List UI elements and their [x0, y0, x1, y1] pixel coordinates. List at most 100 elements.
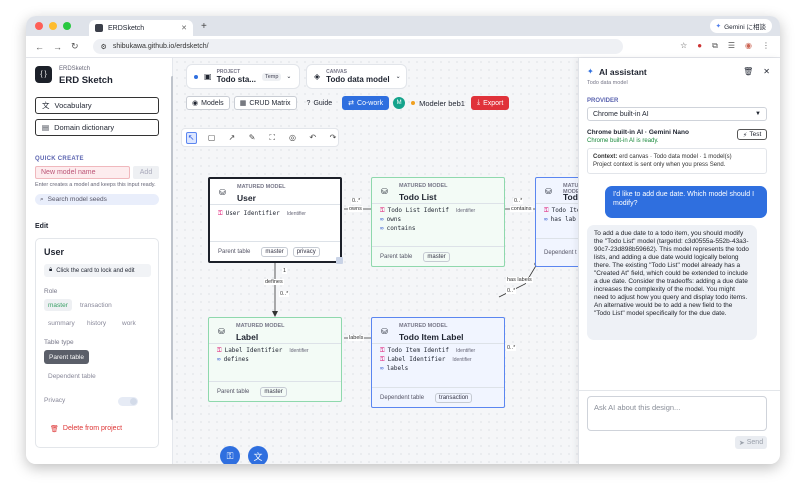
minimize-window-button[interactable]	[49, 22, 57, 30]
address-bar: ← → ↻ ⚙ shibukawa.github.io/erdsketch/ ☆…	[26, 36, 780, 58]
gemini-button[interactable]: ✦ Gemini に相談	[709, 19, 772, 33]
logo-icon: { }	[35, 66, 52, 83]
context-label: Context:	[593, 154, 618, 160]
table-type: Dependent t	[544, 249, 577, 256]
resize-handle-icon[interactable]	[336, 257, 343, 264]
tab-search-icon[interactable]: ☰	[728, 41, 735, 51]
menu-icon[interactable]: ⋮	[762, 41, 770, 51]
field-name: contains	[386, 225, 416, 232]
field-name: User Identifier	[225, 210, 280, 217]
bookmark-star-icon[interactable]: ☆	[680, 41, 687, 51]
lock-hint[interactable]: 🔒︎ Click the card to lock and edit	[44, 264, 151, 277]
field-name: Todo List Identif	[387, 207, 449, 214]
model-card-todo[interactable]: ⛁ MATURED MODEL Todo ⚿Todo Ite ∞has lab …	[535, 177, 583, 267]
key-icon: ⚿	[226, 450, 234, 461]
privacy-toggle[interactable]	[118, 397, 138, 406]
role-label: Role	[44, 288, 58, 295]
edge-mult-defines-one: 1	[282, 268, 288, 274]
field-type: Identifier	[456, 207, 476, 214]
model-footer: Parent table master	[372, 246, 504, 266]
ask-ai-input[interactable]: Ask AI about this design...	[587, 396, 767, 431]
role-history[interactable]: history	[83, 317, 110, 329]
translate-icon: 文	[42, 101, 50, 110]
table-type: Dependent table	[380, 394, 425, 401]
role-tag: master	[261, 246, 288, 257]
send-button[interactable]: ➤ Send	[735, 436, 767, 449]
model-header: ⛁ MATURED MODEL Todo	[536, 178, 582, 204]
new-model-input[interactable]: New model name	[35, 166, 130, 179]
domain-dictionary-button[interactable]: ▤ Domain dictionary	[35, 119, 159, 136]
role-summary[interactable]: summary	[44, 317, 79, 329]
link-icon: ∞	[380, 216, 384, 223]
field-name: defines	[223, 356, 249, 363]
forward-icon[interactable]: →	[53, 42, 62, 52]
edge-label-labels: labels	[348, 335, 365, 341]
close-window-button[interactable]	[35, 22, 43, 30]
erd-canvas[interactable]: ▣ PROJECT Todo sta... Temp ⌄ ◈ CANVAS To…	[173, 58, 583, 464]
edge-mult-has-labels: 0..*	[506, 288, 517, 294]
role-work[interactable]: work	[118, 317, 140, 329]
model-seed-search[interactable]: ⌕ Search model seeds	[35, 194, 159, 205]
model-field: ∞ owns	[372, 215, 504, 224]
role-tag: master	[260, 386, 287, 397]
key-fab-button[interactable]: ⚿	[220, 446, 240, 464]
quick-create-label: QUICK CREATE	[35, 156, 84, 162]
maximize-window-button[interactable]	[63, 22, 71, 30]
role-transaction[interactable]: transaction	[76, 299, 116, 311]
title-bar: ERDSketch ✕ + ✦ Gemini に相談	[26, 16, 780, 36]
provider-select[interactable]: Chrome built-in AI ▼	[587, 107, 767, 121]
model-card-todo-list[interactable]: ⛁ MATURED MODEL Todo List ⚿ Todo List Ide…	[371, 177, 505, 267]
ai-message: To add a due date to a todo item, you sh…	[587, 225, 757, 340]
model-field: ⚿ Label Identifier Identifier	[372, 355, 504, 364]
extension-icon[interactable]: ●	[697, 41, 702, 51]
browser-tab[interactable]: ERDSketch ✕	[89, 20, 193, 36]
key-icon: ⚿	[380, 355, 385, 363]
field-name: Todo Item Identif	[387, 347, 449, 354]
brand-title: ERD Sketch	[59, 75, 113, 86]
back-icon[interactable]: ←	[35, 42, 44, 52]
puzzle-icon[interactable]: ⧉	[712, 41, 718, 51]
vocabulary-button[interactable]: 文 Vocabulary	[35, 97, 159, 114]
erd-app: { } ERDSketch ERD Sketch 文 Vocabulary ▤ …	[26, 58, 780, 464]
profile-avatar-icon[interactable]: ◉	[745, 41, 752, 51]
model-field: ∞ has lab	[536, 215, 582, 224]
close-icon[interactable]: ✕	[763, 67, 770, 76]
translate-fab-button[interactable]: 文	[248, 446, 268, 464]
edge-mult-labels: 0..*	[506, 345, 517, 351]
lock-hint-text: Click the card to lock and edit	[56, 267, 135, 274]
provider-name: Chrome built-in AI · Gemini Nano	[587, 129, 689, 136]
trash-icon[interactable]: 🗑︎	[743, 67, 753, 76]
lock-icon: 🔒︎	[49, 267, 53, 273]
table-type: Parent table	[217, 388, 250, 395]
model-status: MATURED MODEL	[399, 183, 448, 189]
table-type: Parent table	[218, 248, 251, 255]
model-field: ∞ contains	[372, 224, 504, 233]
delete-from-project-button[interactable]: 🗑︎ Delete from project	[50, 425, 122, 433]
sparkle-icon: ✦	[587, 67, 594, 76]
url-field[interactable]: ⚙ shibukawa.github.io/erdsketch/	[92, 39, 623, 54]
close-tab-icon[interactable]: ✕	[181, 24, 187, 32]
reload-icon[interactable]: ↻	[71, 41, 79, 52]
model-title: Todo Item Label	[399, 332, 464, 342]
model-status: MATURED MODEL	[237, 184, 286, 190]
site-info-icon[interactable]: ⚙	[101, 43, 107, 51]
model-card-todo-item-label[interactable]: ⛁ MATURED MODEL Todo Item Label ⚿ Todo It…	[371, 317, 505, 408]
model-card-user[interactable]: ⛁ MATURED MODEL User ⚿ User Identifier Ide…	[208, 177, 343, 264]
model-title: Label	[236, 332, 259, 342]
add-model-button[interactable]: Add	[133, 166, 159, 179]
model-card-label[interactable]: ⛁ MATURED MODEL Label ⚿ Label Identifier I…	[208, 317, 342, 402]
privacy-tag: privacy	[292, 246, 320, 257]
link-icon: ∞	[217, 356, 221, 363]
table-type-parent[interactable]: Parent table	[44, 350, 90, 364]
role-master[interactable]: master	[44, 299, 72, 311]
delete-label: Delete from project	[62, 425, 123, 432]
model-field: ∞ defines	[209, 355, 341, 364]
browser-window: ERDSketch ✕ + ✦ Gemini に相談 ← → ↻ ⚙ shibu…	[26, 16, 780, 464]
new-tab-button[interactable]: +	[201, 21, 207, 32]
model-header: ⛁ MATURED MODEL Todo List	[372, 178, 504, 204]
search-icon: ⌕	[40, 195, 44, 203]
test-button[interactable]: ⚡︎ Test	[737, 129, 767, 140]
edit-card: User 🔒︎ Click the card to lock and edit …	[35, 238, 159, 448]
field-type: Identifier	[286, 210, 306, 217]
table-type-dependent[interactable]: Dependent table	[44, 369, 100, 383]
